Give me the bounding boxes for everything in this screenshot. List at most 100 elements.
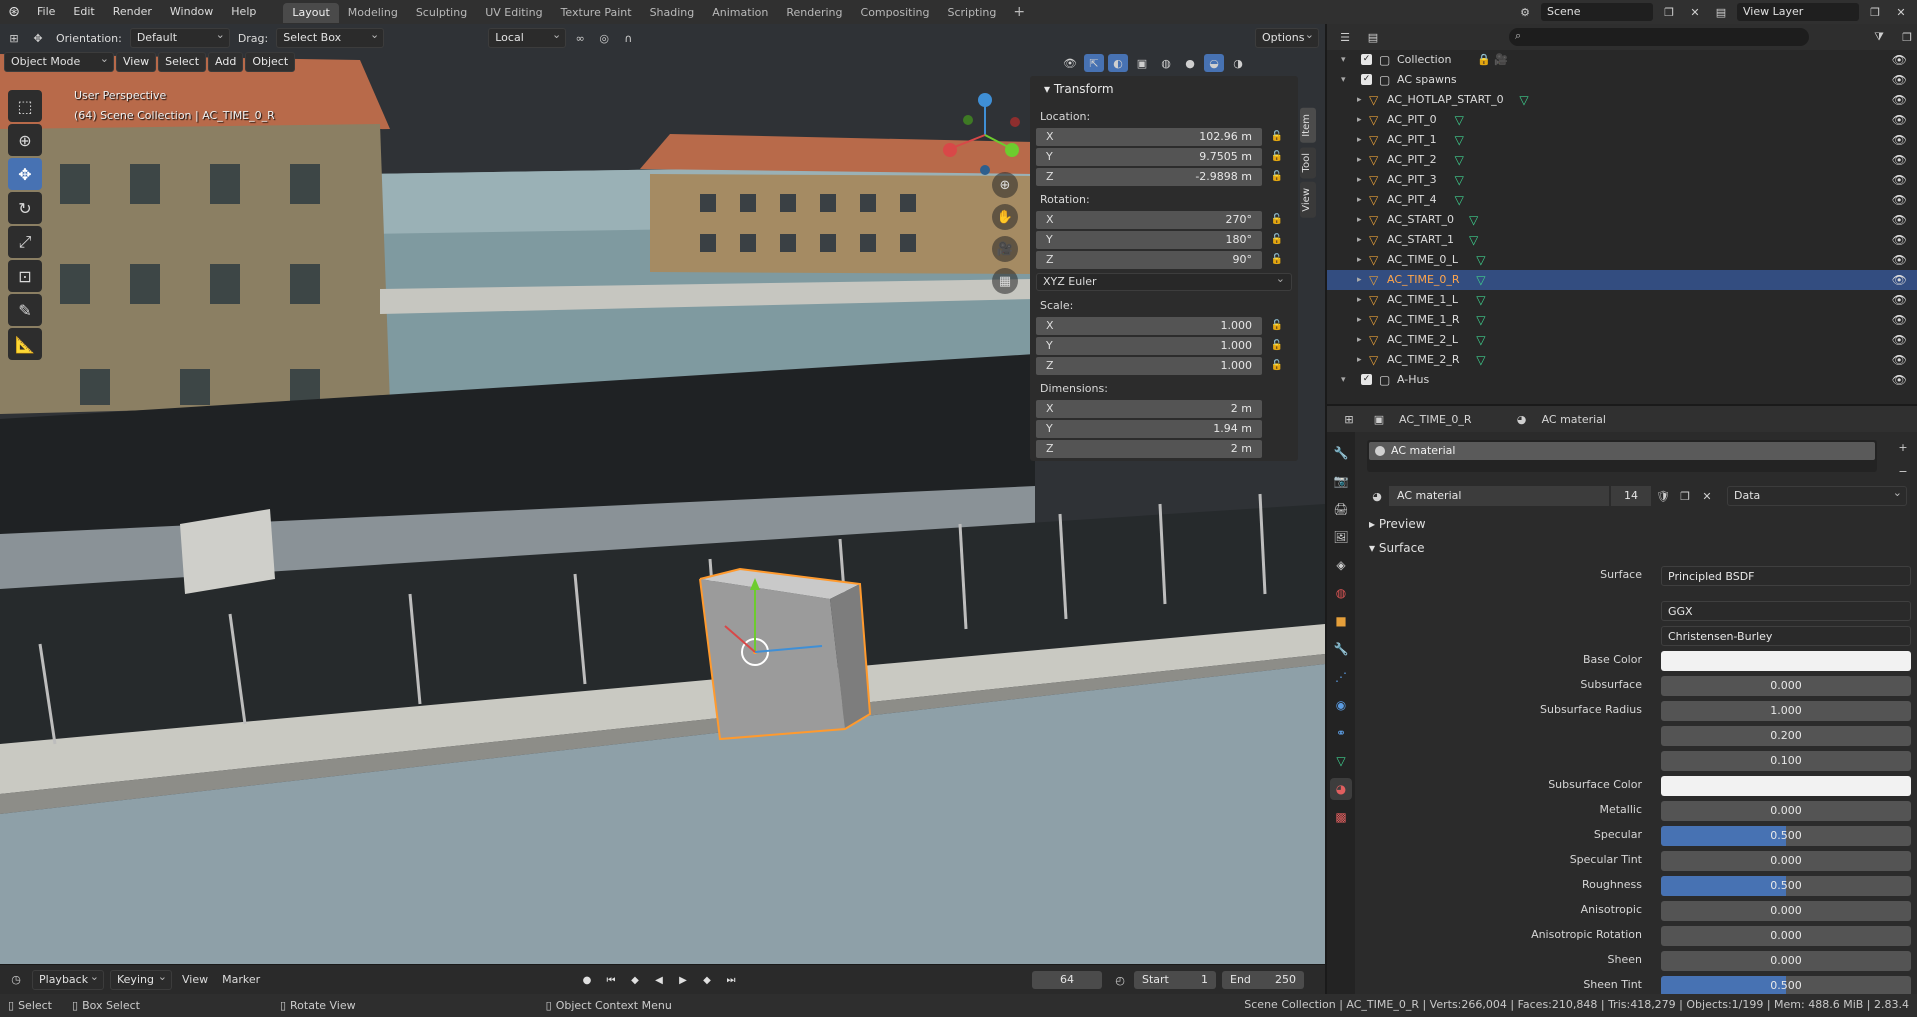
expand-arrow-icon[interactable]: ▸ (1357, 130, 1362, 150)
filter-icon[interactable]: ⧩ (1869, 28, 1889, 46)
preview-panel-header[interactable]: ▸ Preview (1361, 512, 1917, 536)
particles-tab-icon[interactable]: ⋰ (1330, 666, 1352, 688)
mesh-data-icon[interactable]: ▽ (1476, 270, 1485, 290)
property-slider[interactable]: 0.100 (1661, 751, 1911, 771)
rotation-mode-dropdown[interactable]: XYZ Euler (1036, 271, 1292, 291)
scale-y-row[interactable]: Y 1.000 🔓 (1036, 336, 1292, 355)
proportional-edit-icon[interactable]: ◎ (594, 29, 614, 47)
mesh-data-icon[interactable]: ▽ (1476, 330, 1485, 350)
outliner-object-row[interactable]: ▸ ▽ AC_TIME_1_R ▽ 👁 (1327, 310, 1917, 330)
remove-slot-icon[interactable]: − (1893, 462, 1913, 480)
material-shading-icon[interactable]: ◒ (1204, 54, 1224, 72)
expand-arrow-icon[interactable]: ▸ (1357, 110, 1362, 130)
transform-title[interactable]: ▾ Transform (1036, 80, 1292, 104)
mesh-data-icon[interactable]: ▽ (1455, 150, 1464, 170)
material-tab-icon[interactable]: ◕ (1330, 778, 1352, 800)
outliner-object-row[interactable]: ▸ ▽ AC_PIT_1 ▽ 👁 (1327, 130, 1917, 150)
duplicate-material-icon[interactable]: ❐ (1675, 487, 1695, 505)
property-slider[interactable]: 0.000 (1661, 951, 1911, 971)
transform-tool-icon[interactable]: ⊡ (8, 260, 42, 292)
tab-item[interactable]: Item (1300, 108, 1316, 143)
tab-view[interactable]: View (1300, 182, 1316, 218)
scale-z-row[interactable]: Z 1.000 🔓 (1036, 356, 1292, 375)
current-frame-field[interactable]: 64 (1032, 971, 1102, 989)
lock-icon[interactable]: 🔓 (1262, 340, 1292, 351)
play-icon[interactable]: ▶ (674, 971, 692, 989)
rotation-y-row[interactable]: Y 180° 🔓 (1036, 230, 1292, 249)
visibility-eye-icon[interactable]: 👁 (1892, 330, 1907, 350)
location-z-row[interactable]: Z -2.9898 m 🔓 (1036, 167, 1292, 186)
expand-arrow-icon[interactable]: ▸ (1357, 250, 1362, 270)
visibility-eye-icon[interactable]: 👁 (1892, 50, 1907, 70)
lock-icon[interactable]: 🔓 (1262, 151, 1292, 162)
visibility-eye-icon[interactable]: 👁 (1892, 250, 1907, 270)
object-mode-dropdown[interactable]: Object Mode (4, 50, 114, 72)
solid-shading-icon[interactable]: ● (1180, 54, 1200, 72)
outliner-object-row[interactable]: ▸ ▽ AC_PIT_3 ▽ 👁 (1327, 170, 1917, 190)
end-frame-field[interactable]: End 250 (1222, 971, 1304, 989)
property-slider[interactable]: 0.000 (1661, 801, 1911, 821)
visibility-eye-icon[interactable]: 👁 (1892, 150, 1907, 170)
expand-arrow-icon[interactable]: ▾ (1341, 70, 1346, 90)
visibility-eye-icon[interactable]: 👁 (1892, 130, 1907, 150)
outliner-search-input[interactable] (1509, 27, 1809, 46)
visibility-eye-icon[interactable]: 👁 (1892, 270, 1907, 290)
property-slider[interactable]: 0.500 (1661, 976, 1911, 994)
lock-icon[interactable]: 🔓 (1262, 360, 1292, 371)
next-keyframe-icon[interactable]: ◆ (698, 971, 716, 989)
expand-arrow-icon[interactable]: ▾ (1341, 370, 1346, 390)
workspace-tab-shading[interactable]: Shading (641, 3, 704, 23)
properties-editor-icon[interactable]: ⊞ (1339, 410, 1359, 428)
snap-icon[interactable]: ∞ (570, 29, 590, 47)
outliner-object-row[interactable]: ▸ ▽ AC_TIME_2_R ▽ 👁 (1327, 350, 1917, 370)
clock-icon[interactable]: ◴ (1110, 971, 1130, 989)
color-swatch[interactable] (1661, 651, 1911, 671)
camera-view-icon[interactable]: 🎥 (992, 236, 1018, 262)
menu-edit[interactable]: Edit (64, 0, 103, 24)
outliner-object-row[interactable]: ▸ ▽ AC_START_1 ▽ 👁 (1327, 230, 1917, 250)
falloff-icon[interactable]: ∩ (618, 29, 638, 47)
expand-arrow-icon[interactable]: ▸ (1357, 210, 1362, 230)
expand-arrow-icon[interactable]: ▸ (1357, 230, 1362, 250)
expand-arrow-icon[interactable]: ▾ (1341, 50, 1346, 70)
property-slider[interactable]: 0.500 (1661, 876, 1911, 896)
outliner-object-row[interactable]: ▸ ▽ AC_TIME_0_R ▽ 👁 (1327, 270, 1917, 290)
property-slider[interactable]: 0.000 (1661, 926, 1911, 946)
object-menu[interactable]: Object (245, 52, 296, 72)
outliner-object-row[interactable]: ▸ ▽ AC_START_0 ▽ 👁 (1327, 210, 1917, 230)
view-layer-icon[interactable]: ▤ (1711, 3, 1731, 21)
rotation-z-row[interactable]: Z 90° 🔓 (1036, 250, 1292, 269)
add-menu[interactable]: Add (208, 52, 244, 72)
mesh-data-icon[interactable]: ▽ (1519, 90, 1528, 110)
collection-restrict-icons[interactable]: 🔒 🎥 (1477, 50, 1508, 70)
visibility-eye-icon[interactable]: 👁 (1892, 310, 1907, 330)
workspace-tab-uv-editing[interactable]: UV Editing (476, 3, 551, 23)
lock-icon[interactable]: 🔓 (1262, 214, 1292, 225)
mesh-data-icon[interactable]: ▽ (1476, 250, 1485, 270)
mesh-data-icon[interactable]: ▽ (1455, 110, 1464, 130)
start-frame-field[interactable]: Start 1 (1134, 971, 1216, 989)
expand-arrow-icon[interactable]: ▸ (1357, 290, 1362, 310)
navigation-gizmo[interactable] (940, 90, 1030, 180)
location-x-row[interactable]: X 102.96 m 🔓 (1036, 127, 1292, 146)
link-dropdown[interactable]: Data (1727, 484, 1907, 506)
tab-tool[interactable]: Tool (1300, 146, 1316, 179)
new-scene-icon[interactable]: ❐ (1659, 3, 1679, 21)
overlay-toggle-icon[interactable]: ◐ (1108, 54, 1128, 72)
delete-view-layer-icon[interactable]: ✕ (1891, 3, 1911, 21)
expand-arrow-icon[interactable]: ▸ (1357, 310, 1362, 330)
workspace-tab-texture-paint[interactable]: Texture Paint (552, 3, 641, 23)
color-swatch[interactable] (1661, 776, 1911, 796)
transform-pivot-icon[interactable]: ✥ (28, 29, 48, 47)
dimensions-y-row[interactable]: Y 1.94 m (1036, 419, 1292, 438)
expand-arrow-icon[interactable]: ▸ (1357, 350, 1362, 370)
record-icon[interactable]: ● (578, 971, 596, 989)
outliner-object-row[interactable]: ▸ ▽ AC_PIT_2 ▽ 👁 (1327, 150, 1917, 170)
lock-icon[interactable]: 🔓 (1262, 320, 1292, 331)
dimensions-z-row[interactable]: Z2 m (1036, 439, 1292, 458)
visibility-eye-icon[interactable]: 👁 (1892, 290, 1907, 310)
lock-icon[interactable]: 🔓 (1262, 131, 1292, 142)
property-slider[interactable]: 1.000 (1661, 701, 1911, 721)
expand-arrow-icon[interactable]: ▸ (1357, 330, 1362, 350)
workspace-tab-scripting[interactable]: Scripting (938, 3, 1005, 23)
